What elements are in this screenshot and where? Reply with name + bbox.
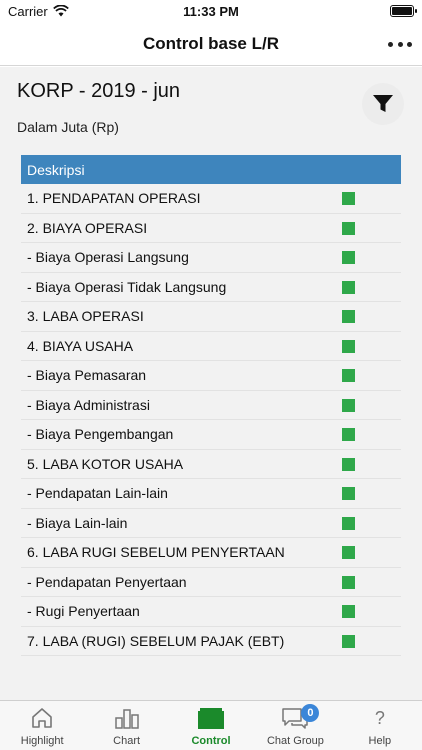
status-indicator-icon — [342, 428, 355, 441]
table-row[interactable]: - Pendapatan Lain-lain — [21, 479, 401, 509]
row-label: - Biaya Operasi Tidak Langsung — [27, 278, 227, 295]
column-header-deskripsi: Deskripsi — [27, 161, 85, 178]
status-indicator-icon — [342, 339, 355, 353]
tab-label: Chart — [113, 735, 141, 747]
row-label: 5. LABA KOTOR USAHA — [27, 455, 184, 472]
more-options-button[interactable] — [388, 34, 412, 54]
row-label: 4. BIAYA USAHA — [27, 337, 134, 354]
status-indicator-icon — [342, 575, 355, 589]
status-indicator-icon — [342, 221, 355, 235]
description-table: Deskripsi 1. PENDAPATAN OPERASI 2. BIAYA… — [21, 155, 401, 656]
page-title: Control base L/R — [142, 33, 279, 53]
table-row[interactable]: 7. LABA (RUGI) SEBELUM PAJAK (EBT) — [21, 627, 401, 656]
table-row[interactable]: - Biaya Lain-lain — [21, 509, 401, 538]
content-area: KORP - 2019 - jun Dalam Juta (Rp) Deskri… — [0, 67, 422, 700]
status-indicator-icon — [342, 280, 355, 294]
row-label: 7. LABA (RUGI) SEBELUM PAJAK (EBT) — [27, 632, 285, 649]
status-indicator-icon — [342, 487, 355, 500]
house-icon — [27, 703, 57, 733]
more-dot-icon — [388, 41, 393, 47]
status-indicator-icon — [342, 546, 355, 559]
carrier-label: Carrier — [8, 3, 48, 19]
tab-label: Help — [368, 735, 392, 747]
table-header: Deskripsi — [21, 155, 401, 184]
status-indicator-icon — [342, 634, 355, 648]
status-indicator-icon — [342, 310, 355, 323]
table-row[interactable]: 1. PENDAPATAN OPERASI — [21, 184, 401, 214]
table-row[interactable]: - Rugi Penyertaan — [21, 597, 401, 627]
status-indicator-icon — [342, 398, 355, 412]
row-label: - Rugi Penyertaan — [27, 603, 140, 620]
tab-label: Chat Group — [266, 735, 324, 747]
row-label: - Biaya Lain-lain — [27, 514, 128, 531]
row-label: 2. BIAYA OPERASI — [27, 219, 148, 236]
status-left: Carrier — [8, 4, 69, 19]
table-row[interactable]: 4. BIAYA USAHA — [21, 332, 401, 361]
tab-control[interactable]: Control — [169, 701, 253, 750]
tab-chart[interactable]: Chart — [84, 701, 168, 750]
question-icon: ? — [374, 707, 385, 728]
row-label: 3. LABA OPERASI — [27, 308, 144, 325]
more-dot-icon — [407, 41, 412, 47]
table-row[interactable]: 5. LABA KOTOR USAHA — [21, 450, 401, 479]
row-label: 6. LABA RUGI SEBELUM PENYERTAAN — [27, 544, 285, 561]
table-row[interactable]: - Biaya Pemasaran — [21, 361, 401, 391]
row-label: - Biaya Administrasi — [27, 396, 150, 413]
tab-chat-group[interactable]: 0 Chat Group — [253, 701, 337, 750]
row-label: - Biaya Pemasaran — [27, 367, 147, 384]
tab-label: Control — [191, 735, 231, 747]
report-subtitle: Dalam Juta (Rp) — [17, 119, 119, 135]
more-dot-icon — [397, 41, 403, 47]
nav-bar: Control base L/R — [0, 22, 422, 66]
report-title: KORP - 2019 - jun — [17, 80, 181, 102]
status-indicator-icon — [342, 192, 355, 205]
battery-icon — [390, 5, 417, 17]
tab-bar: Highlight Chart Control 0 Chat Group ? H… — [0, 700, 422, 750]
table-row[interactable]: - Biaya Operasi Langsung — [21, 243, 401, 273]
chat-badge: 0 — [301, 704, 320, 722]
table-row[interactable]: 6. LABA RUGI SEBELUM PENYERTAAN — [21, 538, 401, 568]
status-indicator-icon — [342, 457, 355, 471]
row-label: - Pendapatan Lain-lain — [27, 485, 168, 502]
bar-chart-icon — [112, 703, 142, 733]
table-row[interactable]: - Biaya Pengembangan — [21, 420, 401, 450]
control-icon — [196, 703, 226, 733]
status-indicator-icon — [342, 605, 355, 618]
table-row[interactable]: - Biaya Operasi Tidak Langsung — [21, 273, 401, 302]
status-indicator-icon — [342, 251, 355, 264]
row-label: 1. PENDAPATAN OPERASI — [27, 190, 201, 207]
status-bar: Carrier 11:33 PM — [0, 0, 422, 22]
tab-highlight[interactable]: Highlight — [0, 701, 84, 750]
table-row[interactable]: 3. LABA OPERASI — [21, 302, 401, 332]
table-row[interactable]: 2. BIAYA OPERASI — [21, 214, 401, 243]
table-row[interactable]: - Biaya Administrasi — [21, 391, 401, 420]
tab-help[interactable]: ? Help — [338, 701, 422, 750]
table-row[interactable]: - Pendapatan Penyertaan — [21, 568, 401, 597]
status-indicator-icon — [342, 369, 355, 382]
row-label: - Pendapatan Penyertaan — [27, 573, 187, 590]
status-indicator-icon — [342, 516, 355, 530]
row-label: - Biaya Pengembangan — [27, 426, 174, 443]
row-label: - Biaya Operasi Langsung — [27, 249, 189, 266]
filter-icon — [373, 95, 393, 112]
filter-button[interactable] — [362, 83, 404, 125]
tab-label: Highlight — [20, 735, 64, 747]
wifi-icon — [52, 5, 69, 17]
